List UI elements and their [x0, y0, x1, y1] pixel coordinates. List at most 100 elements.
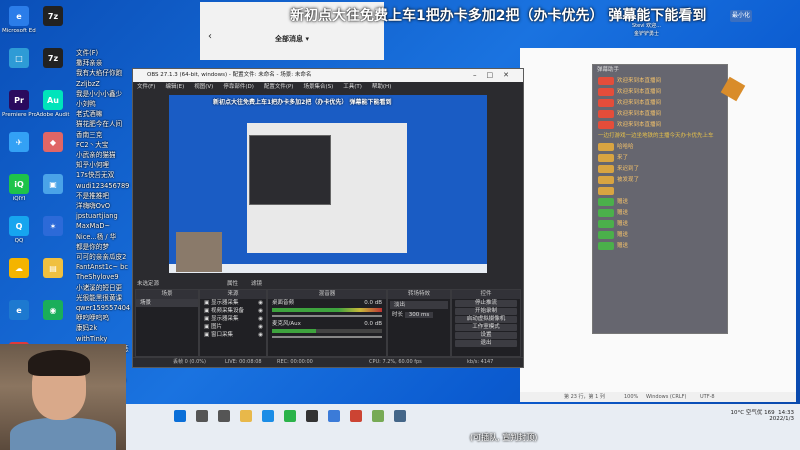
file-explorer-icon[interactable]: [240, 410, 252, 422]
source-item[interactable]: ▣ 视频采集设备 ◉: [200, 307, 266, 315]
eye-icon[interactable]: ◉: [258, 315, 263, 323]
close-icon[interactable]: ✕: [503, 71, 519, 79]
cursor-position: 第 23 行，第 1 列: [564, 394, 605, 400]
line-ending: Windows (CRLF): [646, 394, 687, 400]
app-icon: ▣: [43, 174, 63, 194]
volume-slider-desktop[interactable]: [272, 315, 382, 317]
chat-name: 17s快吾无双: [76, 171, 115, 180]
app-icon[interactable]: [350, 410, 362, 422]
scene-item[interactable]: 场景: [136, 299, 198, 307]
obs-menu-item[interactable]: 文件(F): [137, 84, 155, 90]
source-item[interactable]: ▣ 窗口采集 ◉: [200, 331, 266, 339]
task-view-icon[interactable]: [218, 410, 230, 422]
webcam-feed: [0, 344, 126, 450]
cpu-usage: CPU: 7.2%, 60.00 fps: [369, 359, 422, 365]
desktop-icon[interactable]: ◆: [36, 132, 70, 154]
desktop-icon[interactable]: ▣: [36, 174, 70, 196]
obs-menu-item[interactable]: 场景集合(S): [303, 84, 333, 90]
danmaku-message: 欢迎来到本直播间: [593, 76, 727, 87]
phone-header[interactable]: 全部消息 ▾: [200, 34, 384, 44]
system-tray: 10°C 空气优 169 14:33 2022/1/3: [731, 408, 794, 422]
mixer-meter-mic: [272, 329, 382, 333]
source-item[interactable]: ▣ 显示器采集 ◉: [200, 299, 266, 307]
desktop-icon[interactable]: □: [2, 48, 36, 70]
control-button[interactable]: 开始录制: [455, 308, 517, 315]
user-level-badge: [598, 109, 614, 118]
windows-start-icon[interactable]: [174, 410, 186, 422]
obs-menu-item[interactable]: 帮助(H): [372, 84, 391, 90]
maximize-icon[interactable]: □: [487, 71, 504, 79]
desktop-icon[interactable]: ◉: [36, 300, 70, 322]
obs-menu-item[interactable]: 编辑(E): [165, 84, 184, 90]
control-button[interactable]: 退出: [455, 340, 517, 347]
mixer-meter-desktop: [272, 308, 382, 312]
app-icon[interactable]: [372, 410, 384, 422]
danmaku-text: 欢迎来到本直播间: [617, 100, 662, 106]
eye-icon[interactable]: ◉: [258, 331, 263, 339]
source-item[interactable]: ▣ 显示器采集 ◉: [200, 315, 266, 323]
date[interactable]: 2022/1/3: [731, 416, 794, 422]
desktop-icon[interactable]: 7z: [36, 48, 70, 70]
transition-duration[interactable]: 时长 300 ms: [388, 311, 450, 319]
app-icon: 7z: [43, 48, 63, 68]
chat-name: 咿呜咿呜呜: [76, 314, 109, 323]
danmaku-text: 赠送: [617, 232, 629, 238]
control-button[interactable]: 启动虚拟摄像机: [455, 316, 517, 323]
obs-title: OBS 27.1.3 (64-bit, windows) - 配置文件: 未命名…: [147, 72, 312, 78]
danmaku-message: 欢迎来到本直播间: [593, 109, 727, 120]
chat-name: 香南三克: [76, 130, 103, 139]
danmaku-message: 被发现了: [593, 175, 727, 186]
edge-icon[interactable]: [262, 410, 274, 422]
search-icon[interactable]: [196, 410, 208, 422]
app-icon[interactable]: [394, 410, 406, 422]
control-button[interactable]: 停止推流: [455, 300, 517, 307]
desktop-icon[interactable]: ✈: [2, 132, 36, 154]
source-label: 窗口采集: [210, 332, 233, 338]
preview-webcam: [176, 232, 222, 272]
obs-menu-item[interactable]: 停靠部件(D): [223, 84, 254, 90]
weather-text[interactable]: 10°C 空气优 169: [731, 410, 775, 416]
obs-titlebar: OBS 27.1.3 (64-bit, windows) - 配置文件: 未命名…: [133, 69, 523, 82]
wechat-icon[interactable]: [284, 410, 296, 422]
chat-name: 文件(F): [76, 49, 99, 57]
desktop-icon[interactable]: ✶: [36, 216, 70, 238]
eye-icon[interactable]: ◉: [258, 323, 263, 331]
obs-menu-item[interactable]: 视图(V): [194, 84, 213, 90]
minimize-button[interactable]: 最小化: [730, 10, 752, 22]
desktop-icon[interactable]: e Microsoft Edge: [2, 6, 36, 34]
desktop-icon[interactable]: Q QQ: [2, 216, 36, 244]
desktop-icon[interactable]: Pr Premiere Pro: [2, 90, 36, 118]
desktop-icon[interactable]: e: [2, 300, 36, 322]
chat-name: 洋嗨嗨OvO: [76, 202, 111, 211]
control-button[interactable]: 工作室模式: [455, 324, 517, 331]
chat-name: jpstuartjiang: [76, 212, 118, 221]
bitrate: kb/s: 4147: [467, 359, 494, 365]
source-type-icon: ▣: [204, 300, 211, 306]
transitions-title: 转场特效: [388, 290, 450, 299]
volume-slider-mic[interactable]: [272, 336, 382, 338]
obs-icon[interactable]: [306, 410, 318, 422]
transition-select[interactable]: 淡出: [390, 301, 448, 309]
transitions-dock: 转场特效 淡出 时长 300 ms: [387, 289, 451, 357]
eye-icon[interactable]: ◉: [258, 307, 263, 315]
desktop-icon[interactable]: ☁: [2, 258, 36, 280]
app-icon: ◉: [43, 300, 63, 320]
app-icon: ☁: [9, 258, 29, 278]
obs-menu-item[interactable]: 配置文件(P): [264, 84, 294, 90]
eye-icon[interactable]: ◉: [258, 299, 263, 307]
source-item[interactable]: ▣ 图片 ◉: [200, 323, 266, 331]
desktop-icon[interactable]: Au Adobe Audition: [36, 90, 70, 118]
app-icon[interactable]: [328, 410, 340, 422]
desktop-icon[interactable]: 7z: [36, 6, 70, 28]
desktop-icon[interactable]: iQ iQIYI: [2, 174, 36, 202]
chat-name: 光很能黑很黄课: [76, 293, 123, 302]
properties-button[interactable]: 属性: [227, 279, 238, 287]
controls-title: 控件: [452, 290, 520, 299]
minimize-icon[interactable]: –: [473, 71, 487, 79]
control-button[interactable]: 设置: [455, 332, 517, 339]
filters-button[interactable]: 滤镜: [251, 279, 262, 287]
app-icon: ✶: [43, 216, 63, 236]
obs-menu-item[interactable]: 工具(T): [343, 84, 362, 90]
chat-name: 我是小小小鑫少: [76, 89, 123, 98]
desktop-icon[interactable]: ▤: [36, 258, 70, 280]
